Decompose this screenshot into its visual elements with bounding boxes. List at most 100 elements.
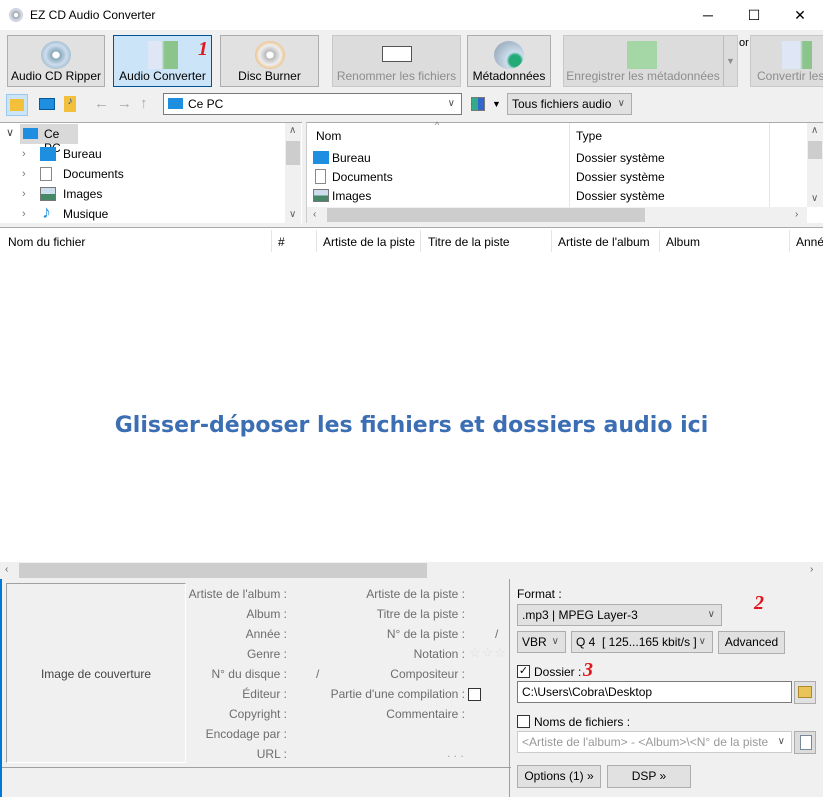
desktop-icon [40,147,56,161]
folder-search-icon [798,686,812,698]
view-dropdown-icon[interactable]: ▼ [492,99,501,109]
compilation-checkbox[interactable] [468,688,481,701]
label-url: URL : [256,747,287,761]
expand-icon[interactable]: › [22,164,26,184]
file-list-hscrollbar[interactable]: ‹ › [0,562,823,579]
url-more-button[interactable]: . . . [447,746,464,760]
filenames-checkbox[interactable] [517,715,530,728]
collapse-icon[interactable]: ∨ [6,126,14,139]
edit-icon [800,735,812,750]
browser-hscrollbar[interactable]: ‹ › [307,207,807,223]
label-encoded-by: Encodage par : [205,727,287,741]
file-list[interactable] [0,227,823,562]
badge-3: 3 [583,659,593,681]
column-header-album[interactable]: Album [666,232,700,252]
button-label: Renommer les fichiers [336,69,457,83]
label-comment: Commentaire : [386,707,465,721]
row-type: Dossier système [576,151,665,165]
rating-stars-icon[interactable]: ☆☆☆ [469,645,507,661]
up-icon[interactable]: ↑ [140,95,148,112]
dropdown-arrow-icon[interactable]: ▼ [723,36,737,86]
expand-icon[interactable]: › [22,144,26,164]
button-label: Disc Burner [238,69,301,83]
file-filter-select[interactable]: Tous fichiers audio ∨ [507,93,632,115]
edit-pattern-button[interactable] [794,731,816,754]
button-label: Audio CD Ripper [10,69,102,83]
audio-converter-button[interactable]: 1 Audio Converter [113,35,212,87]
audio-cd-ripper-button[interactable]: Audio CD Ripper [7,35,105,87]
expand-icon[interactable]: › [22,204,26,224]
close-button[interactable]: ✕ [777,0,823,30]
document-icon [315,169,326,184]
tree-item-ce-pc[interactable]: Ce PC [20,124,78,155]
rename-files-button[interactable]: Renommer les fichiers [332,35,461,87]
filter-text: Tous fichiers audio [512,97,612,111]
metadata-button[interactable]: Métadonnées [467,35,551,87]
row-name: Documents [332,170,393,184]
maximize-button[interactable]: ☐ [731,0,777,30]
options-button[interactable]: Options (1) » [517,765,601,788]
pattern-value: <Artiste de l'album> - <Album>\<N° de la… [522,735,769,749]
address-bar[interactable]: Ce PC ∨ [163,93,462,115]
cover-image[interactable]: Image de couverture [6,583,186,763]
browser-row[interactable]: Bureau Dossier système [313,149,813,168]
file-browser[interactable]: ^ Nom Type Bureau Dossier système Documen… [306,120,823,223]
label-track-number: N° de la piste : [386,627,465,641]
forward-icon[interactable]: → [117,95,132,112]
column-header-year[interactable]: Année [796,232,823,252]
label-copyright: Copyright : [228,707,287,721]
save-tag-icon [626,41,657,69]
column-header-track-artist[interactable]: Artiste de la piste [323,232,415,252]
bitrate-mode-select[interactable]: VBR ∨ [517,631,566,653]
browse-folder-button[interactable] [794,681,816,704]
browser-row[interactable]: Images Dossier système [313,187,813,206]
folder-tree[interactable]: ∨ Ce PC › Bureau › Documents › Images › ♪ Mus… [0,122,302,223]
column-header-name[interactable]: Nom [316,129,341,143]
label-year: Année : [245,627,287,641]
home-folder-button[interactable] [6,94,28,116]
back-icon[interactable]: ← [94,95,109,112]
computer-icon[interactable] [39,98,55,110]
minimize-button[interactable]: ─ [685,0,731,30]
column-header-type[interactable]: Type [576,129,602,143]
label-track-title: Titre de la piste : [376,607,465,621]
column-header-number[interactable]: # [278,232,285,252]
quality-select[interactable]: Q 4 [ 125...165 kbit/s ] ∨ [571,631,713,653]
advanced-button[interactable]: Advanced [718,631,785,654]
computer-icon [23,128,38,139]
folder-label: Dossier : [534,665,582,679]
disc-burner-button[interactable]: Disc Burner [220,35,319,87]
format-select[interactable]: .mp3 | MPEG Layer-3 ∨ [517,604,722,626]
button-label: Enregistrer les métadonnées [566,69,720,83]
folder-checkbox[interactable]: ✓ [517,665,530,678]
badge-1: 1 [198,38,208,60]
convert-icon [147,41,178,69]
cd-icon [41,41,71,69]
mode-value: VBR [522,635,547,649]
convert-icon [782,41,812,69]
rename-icon [381,46,412,62]
folder-icon [10,99,24,111]
expand-icon[interactable]: › [22,184,26,204]
browser-row[interactable]: Documents Dossier système [313,168,813,187]
label-rating: Notation : [413,647,465,661]
label-composer: Compositeur : [390,667,465,681]
tree-label: Musique [63,207,109,221]
column-header-track-title[interactable]: Titre de la piste [428,232,510,252]
convert-files-button[interactable]: Convertir les [750,35,823,87]
column-header-filename[interactable]: Nom du fichier [8,232,85,252]
drop-hint: Glisser-déposer les fichiers et dossiers… [114,413,709,438]
save-metadata-button[interactable]: Enregistrer les métadonnées ▼ [563,35,738,87]
computer-icon [168,98,183,109]
tree-scrollbar[interactable]: ∧ ∨ [285,123,301,223]
music-folder-icon[interactable]: ♪ [64,96,76,112]
label-album: Album : [246,607,287,621]
sort-ascending-icon: ^ [435,120,440,130]
output-folder-input[interactable]: C:\Users\Cobra\Desktop [517,681,792,703]
view-mode-icon[interactable] [471,97,485,111]
filename-pattern-select[interactable]: <Artiste de l'album> - <Album>\<N° de la… [517,731,792,753]
address-text: Ce PC [188,97,224,111]
column-header-album-artist[interactable]: Artiste de l'album [558,232,650,252]
browser-vscrollbar[interactable]: ∧ ∨ [807,123,823,207]
dsp-button[interactable]: DSP » [607,765,691,788]
